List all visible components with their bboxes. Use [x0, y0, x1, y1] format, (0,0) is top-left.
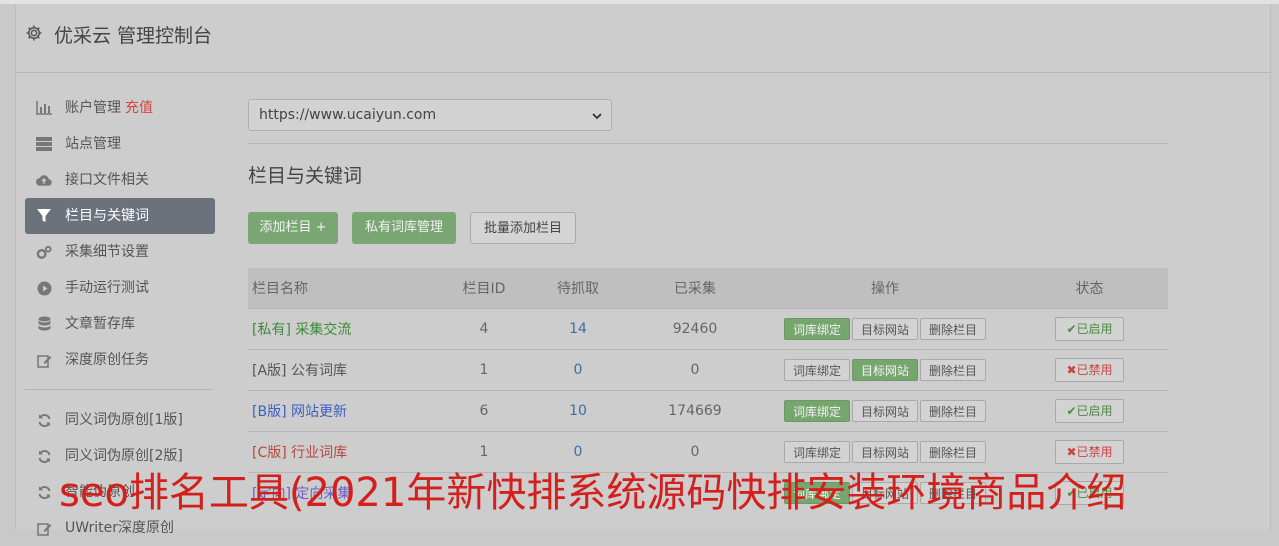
play-circle-icon	[36, 280, 52, 296]
sidebar-item-manual-run[interactable]: 手动运行测试	[25, 270, 215, 306]
x-icon: ✖	[1066, 363, 1077, 377]
sidebar-item-collect-settings[interactable]: 采集细节设置	[25, 234, 215, 270]
sidebar-item-deep-original[interactable]: 深度原创任务	[25, 342, 215, 378]
sidebar-item-columns[interactable]: 栏目与关键词	[25, 198, 215, 234]
status-toggle[interactable]: ✔已启用	[1055, 399, 1124, 423]
column-id: 1	[443, 349, 525, 391]
table-row: [私有] 采集交流 4 14 92460 词库绑定 目标网站 删除栏目 ✔已启用	[248, 308, 1168, 350]
add-column-button[interactable]: 添加栏目 +	[248, 212, 338, 244]
refresh-icon	[36, 484, 52, 500]
col-header-name: 栏目名称	[248, 268, 443, 309]
table-header-row: 栏目名称 栏目ID 待抓取 已采集 操作 状态	[248, 268, 1168, 309]
sidebar-item-article-store[interactable]: 文章暂存库	[25, 306, 215, 342]
column-name-link[interactable]: [B版] 网站更新	[248, 390, 443, 432]
column-name-link[interactable]: [私有] 采集交流	[248, 308, 443, 350]
col-header-collected: 已采集	[631, 268, 759, 309]
sidebar-item-label: 采集细节设置	[65, 244, 149, 260]
refresh-icon	[36, 448, 52, 464]
pending-count[interactable]: 14	[525, 308, 631, 350]
check-icon: ✔	[1066, 322, 1077, 336]
column-id: 4	[443, 308, 525, 350]
chevron-down-icon	[592, 113, 602, 120]
status-label: 已启用	[1076, 322, 1113, 336]
bar-chart-icon	[36, 100, 52, 116]
refresh-icon	[36, 412, 52, 428]
target-site-button[interactable]: 目标网站	[851, 400, 918, 422]
target-site-button[interactable]: 目标网站	[851, 318, 918, 340]
database-icon	[36, 316, 52, 332]
gear-icon	[26, 25, 42, 41]
col-header-id: 栏目ID	[443, 268, 525, 309]
edit-icon	[36, 352, 52, 368]
col-header-pending: 待抓取	[525, 268, 631, 309]
target-site-button[interactable]: 目标网站	[851, 359, 918, 381]
x-icon: ✖	[1066, 445, 1077, 459]
page-title: 优采云 管理控制台	[54, 25, 213, 47]
private-lexicon-button[interactable]: 私有词库管理	[352, 212, 456, 244]
col-header-status: 状态	[1011, 268, 1168, 309]
sidebar-item-label: 同义词伪原创[1版]	[65, 412, 183, 428]
collected-count: 0	[631, 349, 759, 391]
bind-lexicon-button[interactable]: 词库绑定	[783, 318, 850, 340]
sidebar-divider	[25, 389, 213, 390]
status-cell: ✔已启用	[1011, 390, 1168, 432]
filter-icon	[36, 208, 52, 224]
collected-count: 174669	[631, 390, 759, 432]
check-icon: ✔	[1066, 404, 1077, 418]
status-cell: ✔已启用	[1011, 308, 1168, 350]
actions-cell: 词库绑定 目标网站 删除栏目	[759, 390, 1011, 432]
status-toggle[interactable]: ✔已启用	[1055, 317, 1124, 341]
delete-column-button[interactable]: 删除栏目	[920, 400, 987, 422]
divider	[248, 143, 1168, 144]
actions-cell: 词库绑定 目标网站 删除栏目	[759, 349, 1011, 391]
pending-count[interactable]: 10	[525, 390, 631, 432]
bind-lexicon-button[interactable]: 词库绑定	[783, 359, 850, 381]
status-cell: ✖已禁用	[1011, 349, 1168, 391]
pending-count[interactable]: 0	[525, 349, 631, 391]
recharge-link[interactable]: 充值	[125, 100, 153, 116]
status-label: 已禁用	[1076, 363, 1113, 377]
console-panel: 优采云 管理控制台 账户管理 充值 站点管理 接口文件相关 栏目与关键词 采集细…	[15, 4, 1271, 536]
column-name-link[interactable]: [A版] 公有词库	[248, 349, 443, 391]
col-header-actions: 操作	[759, 268, 1011, 309]
sidebar-item-label: 文章暂存库	[65, 316, 135, 332]
sidebar-item-label: 接口文件相关	[65, 172, 149, 188]
cloud-upload-icon	[36, 172, 52, 188]
sidebar-item-label: UWriter深度原创	[65, 520, 174, 536]
sidebar-item-interface[interactable]: 接口文件相关	[25, 162, 215, 198]
delete-column-button[interactable]: 删除栏目	[920, 359, 987, 381]
table-row: [B版] 网站更新 6 10 174669 词库绑定 目标网站 删除栏目 ✔已启用	[248, 390, 1168, 432]
sidebar-item-account[interactable]: 账户管理 充值	[25, 90, 215, 126]
bind-lexicon-button[interactable]: 词库绑定	[783, 400, 850, 422]
sidebar-item-synonym-v1[interactable]: 同义词伪原创[1版]	[25, 402, 215, 438]
batch-add-button[interactable]: 批量添加栏目	[470, 212, 576, 244]
collected-count: 92460	[631, 308, 759, 350]
sidebar-item-label: 站点管理	[65, 136, 121, 152]
status-label: 已禁用	[1076, 445, 1113, 459]
site-select-value: https://www.ucaiyun.com	[259, 107, 437, 123]
sidebar-item-label: 深度原创任务	[65, 352, 149, 368]
cogs-icon	[36, 244, 52, 260]
edit-icon	[36, 520, 52, 536]
table-row: [A版] 公有词库 1 0 0 词库绑定 目标网站 删除栏目 ✖已禁用	[248, 349, 1168, 391]
site-select[interactable]: https://www.ucaiyun.com	[248, 99, 612, 131]
section-title: 栏目与关键词	[248, 165, 363, 187]
status-toggle[interactable]: ✖已禁用	[1055, 358, 1124, 382]
status-label: 已启用	[1076, 404, 1113, 418]
column-id: 6	[443, 390, 525, 432]
sidebar-item-label: 账户管理	[65, 100, 121, 116]
page-header: 优采云 管理控制台	[16, 4, 1270, 73]
sidebar-item-label: 手动运行测试	[65, 280, 149, 296]
sidebar-item-sites[interactable]: 站点管理	[25, 126, 215, 162]
sidebar-item-label: 栏目与关键词	[65, 208, 149, 224]
delete-column-button[interactable]: 删除栏目	[920, 318, 987, 340]
server-icon	[36, 136, 52, 152]
overlay-caption: seo排名工具(2021年新快排系统源码快排安装环境商品介绍	[59, 470, 1127, 516]
actions-cell: 词库绑定 目标网站 删除栏目	[759, 308, 1011, 350]
